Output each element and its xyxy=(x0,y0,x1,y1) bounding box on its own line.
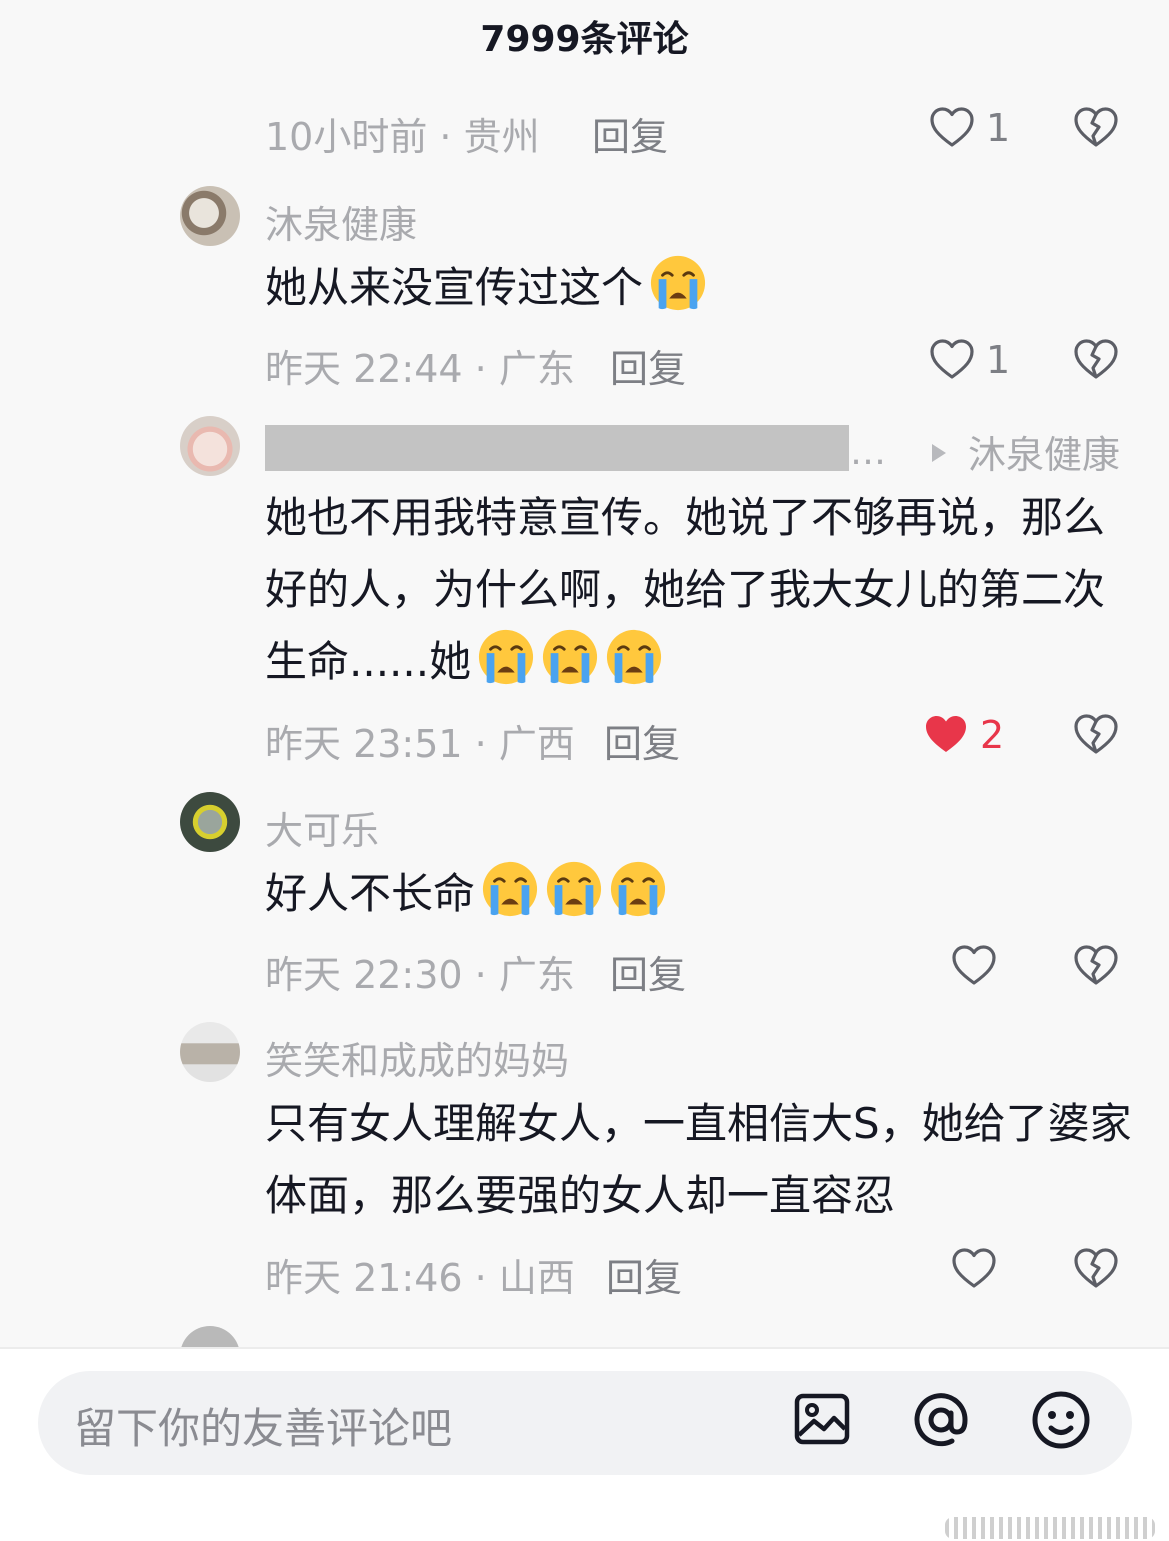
avatar xyxy=(180,1326,240,1347)
like-count: 1 xyxy=(986,338,1011,382)
reply-button[interactable]: 回复 xyxy=(592,106,668,161)
reply-button[interactable]: 回复 xyxy=(606,1247,682,1302)
avatar[interactable] xyxy=(180,186,240,246)
heart-icon xyxy=(928,104,976,152)
like-button[interactable] xyxy=(950,936,1040,996)
reply-to-username: 沐泉健康 xyxy=(968,433,1121,477)
comment-input[interactable]: 留下你的友善评论吧 xyxy=(38,1371,1132,1475)
heart-icon xyxy=(950,1245,998,1293)
comment-meta-row: 昨天 21:46 · 山西 回复 xyxy=(0,1239,1169,1302)
comment-username[interactable]: 大可乐 xyxy=(265,800,379,855)
dislike-icon[interactable] xyxy=(1072,336,1120,384)
like-button[interactable] xyxy=(950,1239,1040,1299)
comment-username[interactable]: 沐泉健康 xyxy=(265,194,417,249)
crying-emoji-icon xyxy=(545,860,603,918)
partial-next-comment xyxy=(180,1326,480,1347)
crying-emoji-icon xyxy=(541,628,599,686)
comment-text-body: 好人不长命 xyxy=(265,869,476,918)
heart-icon xyxy=(950,942,998,990)
at-icon[interactable] xyxy=(910,1389,972,1451)
like-button[interactable]: 1 xyxy=(928,98,1018,158)
like-button[interactable]: 1 xyxy=(928,330,1018,390)
comment-meta-row: 昨天 23:51 · 广西 回复 2 xyxy=(0,705,1169,768)
reply-button[interactable]: 回复 xyxy=(604,713,680,768)
comments-count-title: 7999条评论 xyxy=(480,19,689,60)
reply-button[interactable]: 回复 xyxy=(610,944,686,999)
dislike-icon[interactable] xyxy=(1072,711,1120,759)
dislike-icon[interactable] xyxy=(1072,942,1120,990)
crying-emoji-icon xyxy=(477,628,535,686)
crying-emoji-icon xyxy=(609,860,667,918)
dislike-icon[interactable] xyxy=(1072,104,1120,152)
comment-meta-row: 10小时前 · 贵州 回复 1 xyxy=(0,98,1169,161)
comment-time-location: 10小时前 · 贵州 xyxy=(265,115,540,159)
comment-text: 她也不用我特意宣传。她说了不够再说，那么好的人，为什么啊，她给了我大女儿的第二次… xyxy=(265,482,1135,698)
reply-button[interactable]: 回复 xyxy=(610,338,686,393)
image-icon[interactable] xyxy=(792,1389,852,1449)
reply-to-target[interactable]: 沐泉健康 xyxy=(932,424,1120,479)
comment-input-placeholder: 留下你的友善评论吧 xyxy=(74,1404,453,1453)
comment-text: 好人不长命 xyxy=(265,858,1135,930)
crying-emoji-icon xyxy=(649,254,707,312)
comment-time-location: 昨天 22:30 · 广东 xyxy=(265,953,575,997)
comment-text-body: 她也不用我特意宣传。她说了不够再说，那么好的人，为什么啊，她给了我大女儿的第二次… xyxy=(265,493,1106,686)
heart-filled-icon xyxy=(922,711,970,759)
reply-arrow-icon xyxy=(932,444,946,462)
watermark xyxy=(945,1517,1155,1539)
heart-icon xyxy=(928,336,976,384)
comment-time-location: 昨天 22:44 · 广东 xyxy=(265,347,575,391)
like-count: 2 xyxy=(980,713,1005,757)
comment-username[interactable]: 笑笑和成成的妈妈 xyxy=(265,1030,569,1085)
dislike-icon[interactable] xyxy=(1072,1245,1120,1293)
redacted-username xyxy=(265,425,849,471)
comment-time-location: 昨天 21:46 · 山西 xyxy=(265,1256,575,1300)
comment-meta-row: 昨天 22:30 · 广东 回复 xyxy=(0,936,1169,999)
comment-text-body: 只有女人理解女人，一直相信大S，她给了婆家体面，那么要强的女人却一直容忍 xyxy=(265,1099,1132,1220)
comment-text-body: 她从来没宣传过这个 xyxy=(265,263,644,312)
like-count: 1 xyxy=(986,106,1011,150)
avatar[interactable] xyxy=(180,792,240,852)
comment-input-bar: 留下你的友善评论吧 xyxy=(0,1349,1169,1541)
comment-time-location: 昨天 23:51 · 广西 xyxy=(265,722,575,766)
comment-text: 只有女人理解女人，一直相信大S，她给了婆家体面，那么要强的女人却一直容忍 xyxy=(265,1088,1135,1232)
emoji-icon[interactable] xyxy=(1030,1389,1092,1451)
ellipsis: … xyxy=(850,432,886,473)
comment-meta-row: 昨天 22:44 · 广东 回复 1 xyxy=(0,330,1169,393)
crying-emoji-icon xyxy=(605,628,663,686)
comment-text: 她从来没宣传过这个 xyxy=(265,252,1135,324)
avatar[interactable] xyxy=(180,416,240,476)
crying-emoji-icon xyxy=(481,860,539,918)
like-button[interactable]: 2 xyxy=(922,705,1012,765)
avatar[interactable] xyxy=(180,1022,240,1082)
